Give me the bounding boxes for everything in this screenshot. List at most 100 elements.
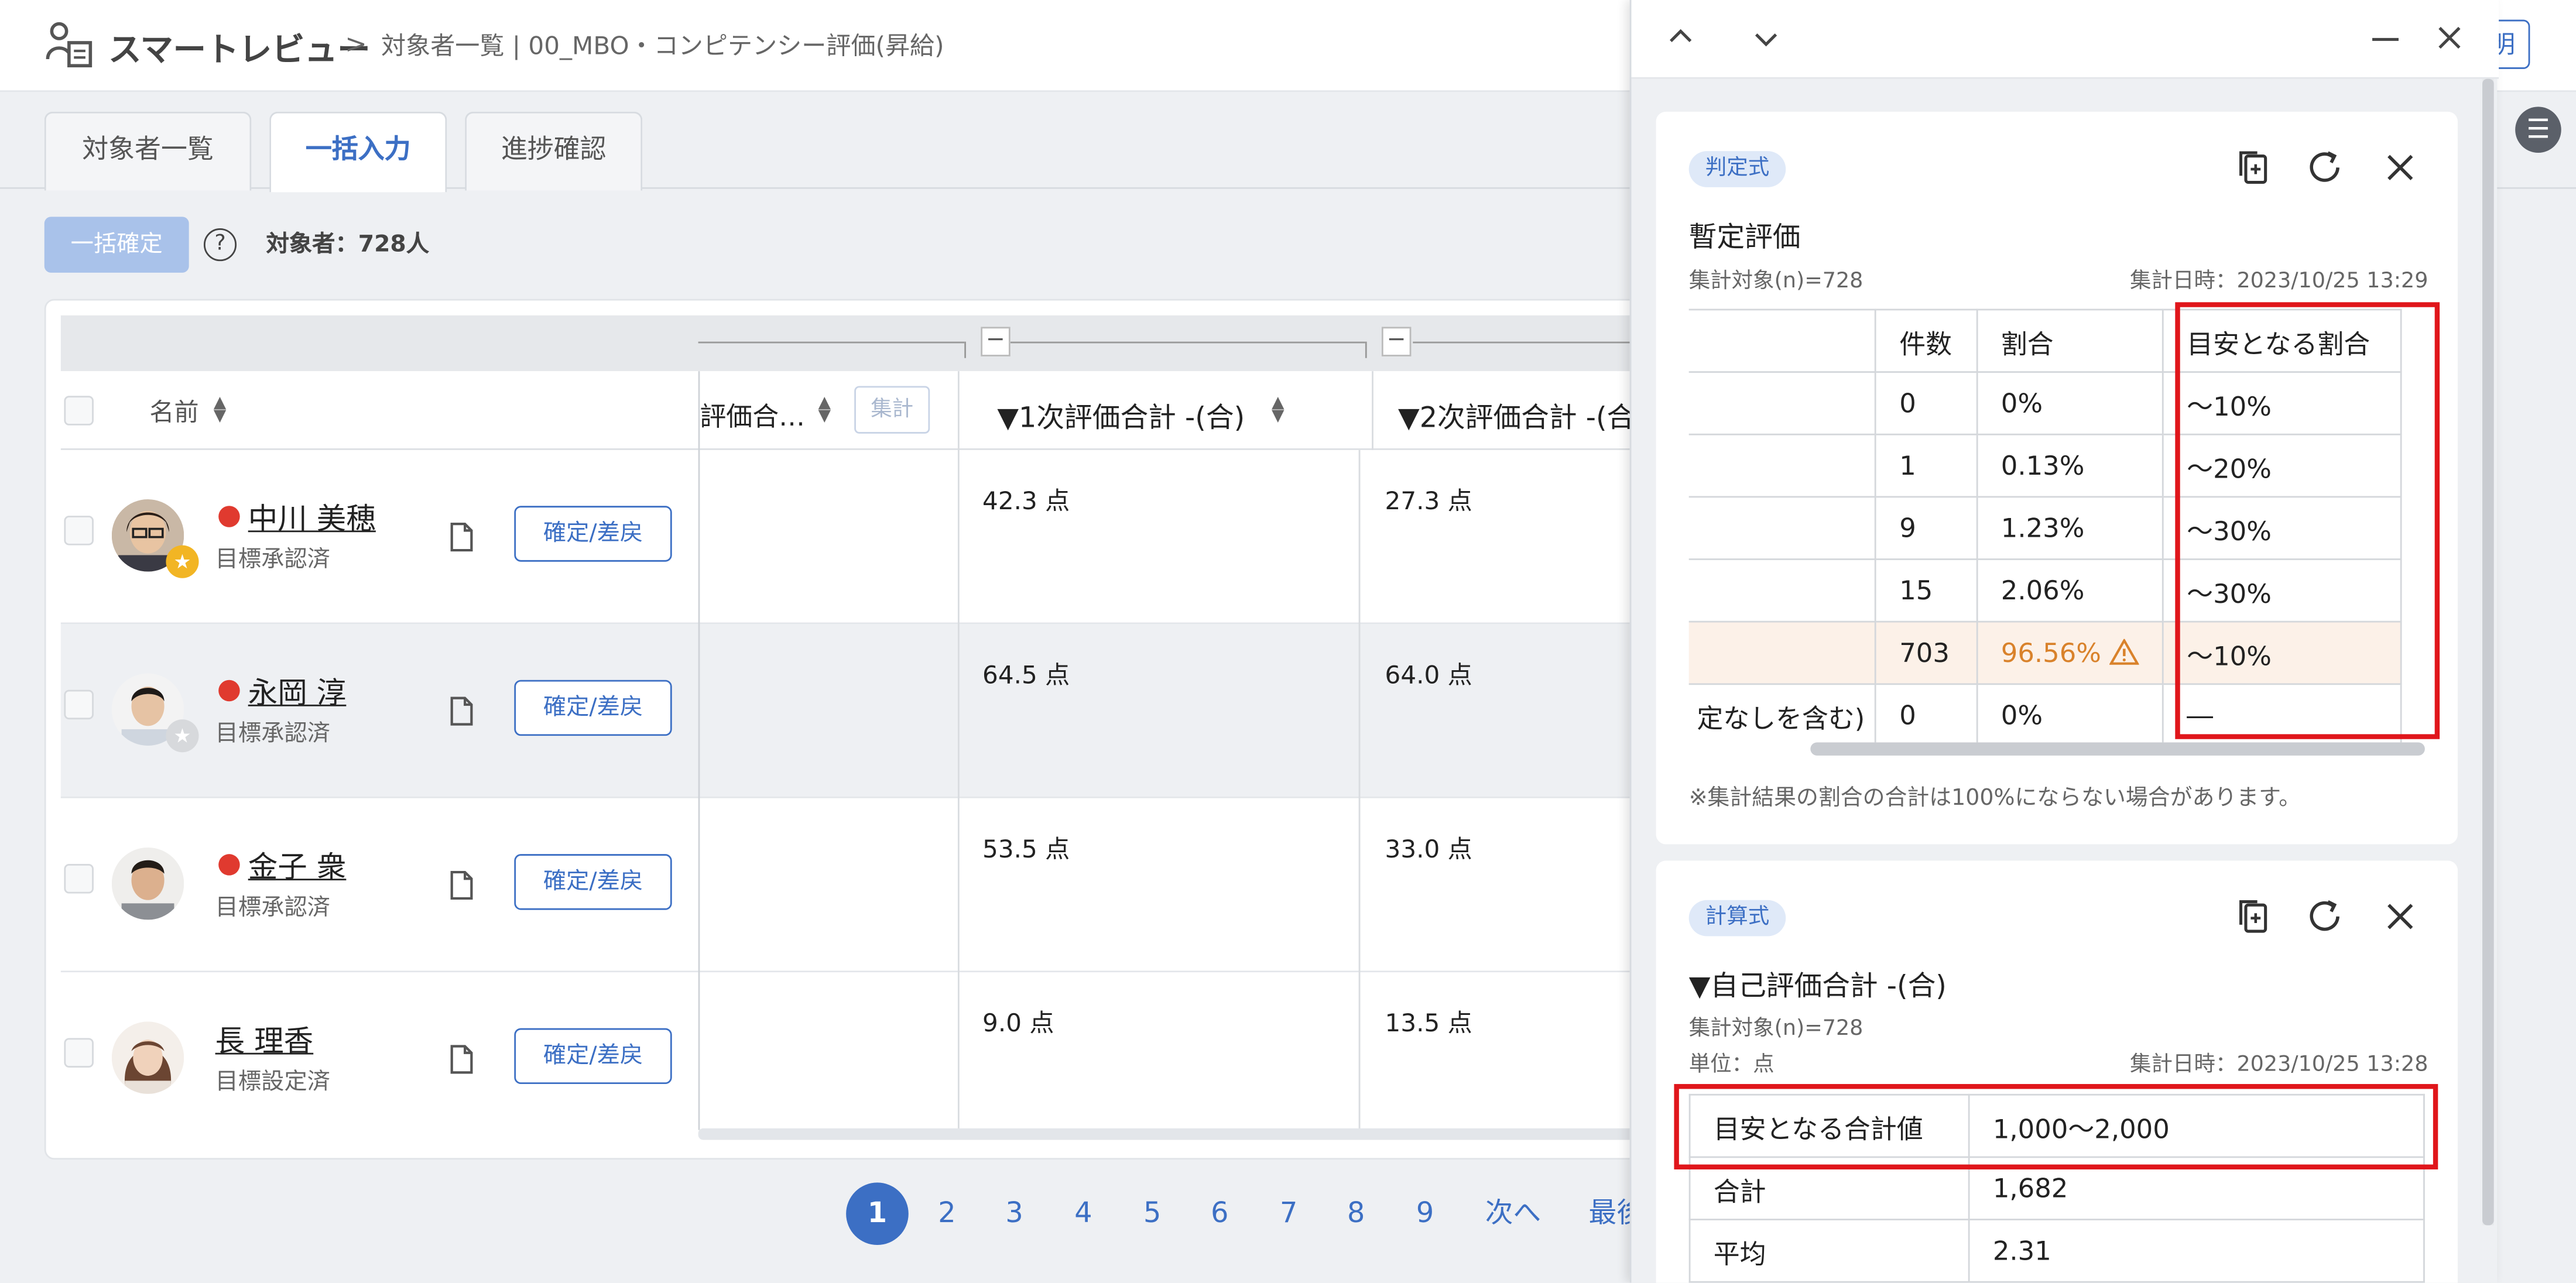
tab-progress[interactable]: 進捗確認: [465, 111, 643, 191]
first-eval-score[interactable]: 9.0 点: [982, 1005, 1054, 1040]
close-icon[interactable]: [2436, 25, 2462, 51]
page-link[interactable]: 6: [1211, 1182, 1228, 1245]
page-link[interactable]: 7: [1280, 1182, 1297, 1245]
table-row[interactable]: 金子 衆 目標承認済 確定/差戻 53.5 点 33.0 点: [60, 798, 1663, 973]
warning-triangle-icon: [2109, 638, 2140, 665]
page-link[interactable]: 3: [1005, 1182, 1023, 1245]
card-title: ▼自己評価合計 -(合): [1688, 970, 1947, 1004]
formula-type-badge: 判定式: [1688, 151, 1786, 187]
calculation-card: 計算式 ▼自己評価合計 -(合) 集計対象(n)=728 単位：点 集計日時：2…: [1656, 860, 2458, 1283]
first-eval-score[interactable]: 53.5 点: [982, 831, 1070, 866]
help-question-icon[interactable]: ?: [203, 228, 237, 262]
sort-first-eval-icon[interactable]: ▲ ▼: [1272, 395, 1284, 425]
second-eval-score[interactable]: 33.0 点: [1385, 831, 1472, 866]
app-brand[interactable]: スマートレビュー: [108, 23, 370, 70]
aggregation-panel: 判定式 暫定評価 集計対象(n)=728 集計日時：2023/10/25 13:…: [1629, 0, 2499, 1283]
document-icon[interactable]: [448, 522, 475, 552]
aggregated-at: 集計日時：2023/10/25 13:28: [2130, 1052, 2428, 1078]
minimize-icon[interactable]: [2371, 36, 2400, 43]
alert-dot-icon: [218, 680, 240, 702]
refresh-icon[interactable]: [2305, 148, 2344, 187]
star-badge-icon: ★: [166, 719, 199, 753]
ratio-note: ※集計結果の割合の合計は100%にならない場合があります。: [1688, 785, 2301, 812]
table-row: 平均 2.31: [1688, 1219, 2425, 1283]
page-link[interactable]: 9: [1416, 1182, 1434, 1245]
confirm-return-button[interactable]: 確定/差戻: [514, 506, 672, 562]
person-doc-logo-icon: [46, 22, 93, 68]
copy-icon[interactable]: [2234, 148, 2273, 187]
target-total-highlight: [1674, 1084, 2438, 1169]
population-count: 集計対象(n)=728: [1688, 1016, 1864, 1042]
row-checkbox[interactable]: [64, 516, 94, 546]
table-row[interactable]: ★ 永岡 淳 目標承認済 確定/差戻 64.5 点 64.0 点: [60, 624, 1663, 798]
tab-target-list[interactable]: 対象者一覧: [44, 111, 252, 191]
table-horizontal-scrollbar[interactable]: [698, 1128, 1663, 1140]
population-count: 集計対象(n)=728: [1688, 269, 1864, 294]
sort-name-icon[interactable]: ▲ ▼: [214, 395, 227, 425]
table-row[interactable]: 長 理香 目標設定済 確定/差戻 9.0 点 13.5 点: [60, 972, 1663, 1147]
sort-self-eval-icon[interactable]: ▲ ▼: [818, 395, 831, 425]
second-eval-score[interactable]: 27.3 点: [1385, 483, 1472, 517]
self-eval-column-header[interactable]: 評価合…: [700, 394, 805, 433]
star-badge-icon: ★: [166, 545, 199, 578]
collapse-group-1-button[interactable]: −: [981, 327, 1010, 356]
person-status: 目標承認済: [215, 721, 331, 747]
table-horizontal-scrollbar[interactable]: [1810, 742, 2425, 756]
page-link[interactable]: 8: [1347, 1182, 1365, 1245]
bulk-confirm-button[interactable]: 一括確定: [44, 217, 189, 273]
breadcrumb-separator: >: [345, 28, 367, 60]
refresh-icon[interactable]: [2305, 897, 2344, 936]
panel-toolbar: [1631, 0, 2499, 79]
confirm-return-button[interactable]: 確定/差戻: [514, 680, 672, 736]
formula-type-badge: 計算式: [1688, 900, 1786, 936]
row-checkbox[interactable]: [64, 864, 94, 894]
page-current[interactable]: 1: [846, 1182, 909, 1246]
close-card-icon[interactable]: [2380, 148, 2420, 187]
col-ratio-header: 割合: [1976, 308, 2164, 373]
panel-vertical-scrollbar[interactable]: [2482, 78, 2494, 1226]
chevron-up-icon[interactable]: [1667, 26, 1694, 46]
aggregate-button[interactable]: 集計: [854, 386, 930, 434]
first-eval-column-header[interactable]: ▼1次評価合計 -(合): [997, 394, 1245, 435]
warning-ratio: 96.56%: [2000, 637, 2101, 669]
page-link[interactable]: 5: [1143, 1182, 1161, 1245]
avatar: [111, 1021, 184, 1094]
collapse-group-2-button[interactable]: −: [1381, 327, 1412, 356]
chevron-down-icon[interactable]: [1753, 30, 1779, 50]
first-eval-score[interactable]: 42.3 点: [982, 483, 1070, 517]
close-card-icon[interactable]: [2380, 897, 2420, 936]
judgement-card: 判定式 暫定評価 集計対象(n)=728 集計日時：2023/10/25 13:…: [1656, 111, 2458, 845]
document-icon[interactable]: [448, 697, 475, 726]
confirm-return-button[interactable]: 確定/差戻: [514, 1028, 672, 1085]
person-name-link[interactable]: 長 理香: [215, 1018, 314, 1061]
row-checkbox[interactable]: [64, 1038, 94, 1068]
copy-icon[interactable]: [2234, 897, 2273, 936]
person-status: 目標設定済: [215, 1069, 331, 1096]
person-name-link[interactable]: 中川 美穂: [248, 496, 376, 538]
confirm-return-button[interactable]: 確定/差戻: [514, 854, 672, 910]
target-count: 対象者：728人: [266, 231, 430, 258]
second-eval-column-header[interactable]: ▼2次評価合計 -(合: [1398, 394, 1635, 435]
document-icon[interactable]: [448, 870, 475, 900]
table-row[interactable]: ★ 中川 美穂 目標承認済 確定/差戻 42.3 点 27.3 点: [60, 450, 1663, 625]
first-eval-score[interactable]: 64.5 点: [982, 657, 1070, 691]
page-link[interactable]: 2: [938, 1182, 955, 1245]
menu-icon[interactable]: ☰: [2515, 107, 2561, 153]
row-checkbox[interactable]: [64, 689, 94, 720]
target-ratio-highlight: [2175, 302, 2440, 739]
select-all-checkbox[interactable]: [64, 396, 94, 426]
second-eval-score[interactable]: 64.0 点: [1385, 657, 1472, 691]
person-name-link[interactable]: 永岡 淳: [248, 670, 347, 713]
alert-dot-icon: [218, 854, 240, 876]
tab-bulk-input[interactable]: 一括入力: [269, 111, 447, 193]
card-title: 暫定評価: [1688, 221, 1801, 255]
name-column-header[interactable]: 名前: [149, 394, 198, 428]
avatar: [111, 847, 184, 920]
document-icon[interactable]: [448, 1045, 475, 1075]
alert-dot-icon: [218, 506, 240, 527]
unit-label: 単位：点: [1688, 1052, 1775, 1078]
person-name-link[interactable]: 金子 衆: [248, 844, 347, 887]
next-page-link[interactable]: 次へ: [1485, 1182, 1541, 1245]
page-link[interactable]: 4: [1074, 1182, 1092, 1245]
second-eval-score[interactable]: 13.5 点: [1385, 1005, 1472, 1040]
